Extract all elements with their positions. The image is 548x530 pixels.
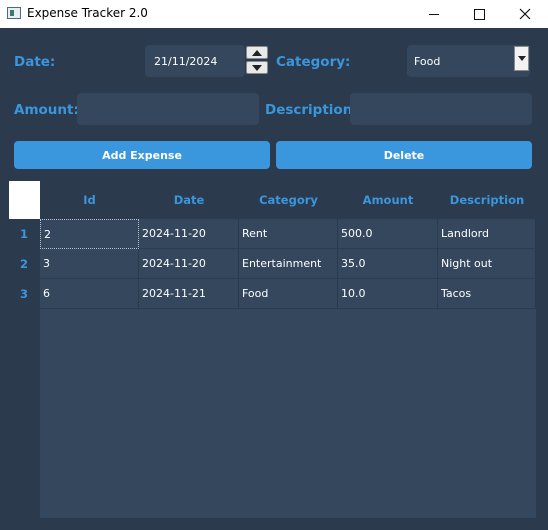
column-header-category[interactable]: Category — [239, 181, 338, 219]
close-icon — [519, 8, 531, 20]
column-header-description[interactable]: Description — [438, 181, 536, 219]
column-header-amount[interactable]: Amount — [338, 181, 438, 219]
table-corner-button[interactable] — [9, 181, 40, 219]
cell-date[interactable]: 2024-11-20 — [139, 219, 239, 249]
window-title: Expense Tracker 2.0 — [27, 6, 148, 20]
amount-label: Amount: — [14, 102, 79, 118]
cell-date[interactable]: 2024-11-20 — [139, 249, 239, 279]
table-row[interactable]: 6 2024-11-21 Food 10.0 Tacos — [40, 279, 536, 309]
table-row[interactable]: 2 2024-11-20 Rent 500.0 Landlord — [40, 219, 536, 249]
cell-category[interactable]: Food — [239, 279, 338, 309]
cell-amount[interactable]: 10.0 — [338, 279, 438, 309]
cell-id[interactable]: 3 — [40, 249, 139, 279]
table-row[interactable]: 3 2024-11-20 Entertainment 35.0 Night ou… — [40, 249, 536, 279]
date-value: 21/11/2024 — [154, 55, 218, 68]
description-label: Description: — [265, 102, 358, 118]
column-header-id[interactable]: Id — [40, 181, 139, 219]
add-expense-button[interactable]: Add Expense — [14, 141, 270, 169]
title-bar: Expense Tracker 2.0 — [0, 0, 548, 28]
expense-table: Id Date Category Amount Description 1 2 … — [8, 181, 536, 518]
description-field[interactable] — [350, 93, 532, 125]
down-arrow-icon — [252, 64, 262, 71]
cell-category[interactable]: Entertainment — [239, 249, 338, 279]
category-dropdown-button[interactable] — [514, 46, 529, 71]
cell-description[interactable]: Landlord — [438, 219, 536, 249]
minimize-icon — [429, 13, 439, 15]
delete-button[interactable]: Delete — [276, 141, 532, 169]
minimize-button[interactable] — [411, 0, 457, 28]
row-header[interactable]: 1 — [8, 219, 40, 249]
amount-field[interactable] — [77, 93, 259, 125]
cell-date[interactable]: 2024-11-21 — [139, 279, 239, 309]
cell-amount[interactable]: 35.0 — [338, 249, 438, 279]
date-label: Date: — [14, 54, 56, 70]
date-spin-up[interactable] — [246, 46, 268, 59]
chevron-down-icon — [517, 56, 526, 61]
column-header-date[interactable]: Date — [139, 181, 239, 219]
cell-description[interactable]: Tacos — [438, 279, 536, 309]
close-button[interactable] — [502, 0, 548, 28]
category-label: Category: — [276, 54, 351, 70]
category-select[interactable]: Food — [407, 45, 530, 77]
cell-amount[interactable]: 500.0 — [338, 219, 438, 249]
row-header[interactable]: 3 — [8, 279, 40, 309]
category-value: Food — [414, 55, 441, 68]
date-field[interactable]: 21/11/2024 — [145, 45, 245, 77]
row-header[interactable]: 2 — [8, 249, 40, 279]
up-arrow-icon — [252, 49, 262, 56]
cell-description[interactable]: Night out — [438, 249, 536, 279]
app-icon — [7, 7, 21, 19]
cell-id[interactable]: 2 — [40, 219, 139, 249]
maximize-icon — [473, 8, 485, 20]
date-spin-down[interactable] — [246, 61, 268, 74]
cell-id[interactable]: 6 — [40, 279, 139, 309]
cell-category[interactable]: Rent — [239, 219, 338, 249]
maximize-button[interactable] — [456, 0, 502, 28]
